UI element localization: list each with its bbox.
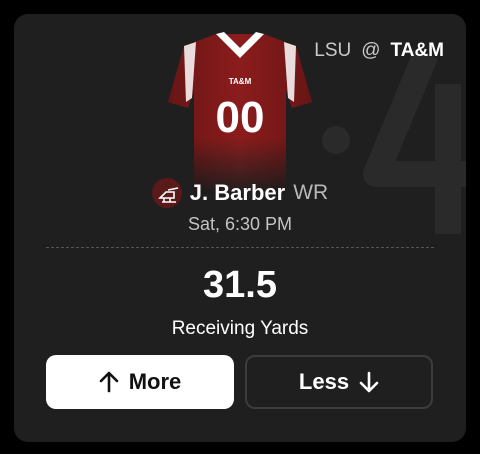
player-position: WR bbox=[293, 181, 329, 204]
more-button[interactable]: More bbox=[46, 355, 234, 409]
less-button[interactable]: Less bbox=[245, 355, 433, 409]
jersey-image: TA&M 00 bbox=[168, 32, 312, 194]
jersey-team-text: TA&M bbox=[229, 77, 252, 86]
player-name: J. Barber bbox=[189, 180, 286, 205]
stat-type: Receiving Yards bbox=[171, 318, 309, 339]
jersey-number: 00 bbox=[216, 93, 265, 142]
game-time: Sat, 6:30 PM bbox=[187, 214, 293, 234]
arrow-up-icon bbox=[99, 371, 119, 393]
home-team: TA&M bbox=[390, 40, 444, 61]
at-separator: @ bbox=[361, 40, 381, 61]
matchup: LSU @ TA&M bbox=[314, 40, 444, 62]
player-row: J. Barber WR bbox=[14, 178, 466, 208]
projection-card[interactable]: LSU @ TA&M TA&M 00 J. Barber WR Sat, 6:3… bbox=[14, 14, 466, 442]
projection-line: 31.5 bbox=[203, 264, 277, 306]
away-team: LSU bbox=[314, 40, 352, 61]
arrow-down-icon bbox=[359, 371, 379, 393]
less-label: Less bbox=[298, 369, 350, 394]
divider bbox=[46, 247, 434, 248]
more-label: More bbox=[128, 369, 182, 394]
team-logo-icon bbox=[151, 178, 182, 208]
